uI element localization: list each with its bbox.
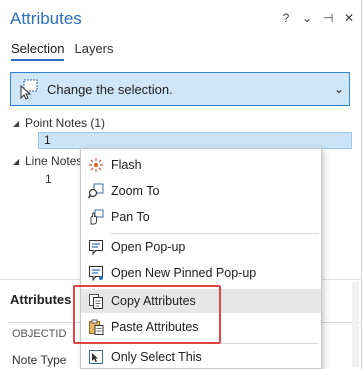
pane-title-bar: Attributes ? ⌄ ⊣ ✕ [0,0,362,36]
pan-hand-icon [81,209,111,225]
context-menu: Flash Zoom To Pan To Open Pop-up Open Ne… [80,148,322,369]
tree-group-label: Point Notes (1) [25,116,106,130]
menu-item-zoom-to[interactable]: Zoom To [81,179,321,203]
menu-item-label: Open New Pinned Pop-up [111,266,257,280]
expand-triangle-icon[interactable]: ◢ [13,119,25,128]
menu-item-label: Copy Attributes [111,294,196,308]
close-icon[interactable]: ✕ [344,11,354,25]
menu-item-open-new-pinned-popup[interactable]: Open New Pinned Pop-up [81,261,321,285]
flash-icon [81,157,111,173]
expand-triangle-icon[interactable]: ◢ [13,157,25,166]
select-only-icon [81,349,111,365]
zoom-to-icon [81,183,111,199]
auto-hide-pin-icon[interactable]: ⊣ [323,11,333,25]
paste-icon [81,319,111,335]
row-label: Note Type [12,353,67,367]
menu-item-label: Open Pop-up [111,240,186,254]
menu-item-flash[interactable]: Flash [81,153,321,177]
tree-item-selected[interactable]: 1 [38,132,352,149]
menu-item-label: Zoom To [111,184,160,198]
pinned-popup-icon [81,265,111,281]
menu-item-label: Flash [111,158,142,172]
menu-item-label: Paste Attributes [111,320,199,334]
menu-item-only-select-this[interactable]: Only Select This [81,345,321,369]
help-icon[interactable]: ? [281,11,291,25]
pane-tabs: Selection Layers [11,41,114,61]
scrollbar[interactable] [352,282,359,367]
tree-group-point-notes[interactable]: ◢ Point Notes (1) [13,116,105,130]
chevron-down-icon[interactable]: ⌄ [329,82,349,96]
tree-group-label: Line Notes [25,154,83,168]
menu-separator [111,233,319,234]
change-selection-dropdown[interactable]: Change the selection. ⌄ [10,72,350,106]
options-chevron-icon[interactable]: ⌄ [302,11,312,25]
copy-icon [81,293,111,309]
attributes-heading: Attributes [10,292,72,307]
tree-group-line-notes[interactable]: ◢ Line Notes [13,154,82,168]
column-header: OBJECTID [12,328,67,340]
menu-item-label: Only Select This [111,350,202,364]
menu-item-pan-to[interactable]: Pan To [81,205,321,229]
menu-item-label: Pan To [111,210,150,224]
selection-cursor-icon [11,73,47,105]
menu-item-open-popup[interactable]: Open Pop-up [81,235,321,259]
tree-item[interactable]: 1 [45,172,52,186]
window-controls: ? ⌄ ⊣ ✕ [281,11,354,25]
pane-title: Attributes [10,9,82,28]
menu-separator [111,343,319,344]
menu-item-copy-attributes[interactable]: Copy Attributes [81,289,321,313]
tab-selection[interactable]: Selection [11,41,65,61]
popup-icon [81,239,111,255]
selection-bar-text: Change the selection. [47,81,173,97]
menu-item-paste-attributes[interactable]: Paste Attributes [81,315,321,339]
tab-layers[interactable]: Layers [74,41,113,61]
